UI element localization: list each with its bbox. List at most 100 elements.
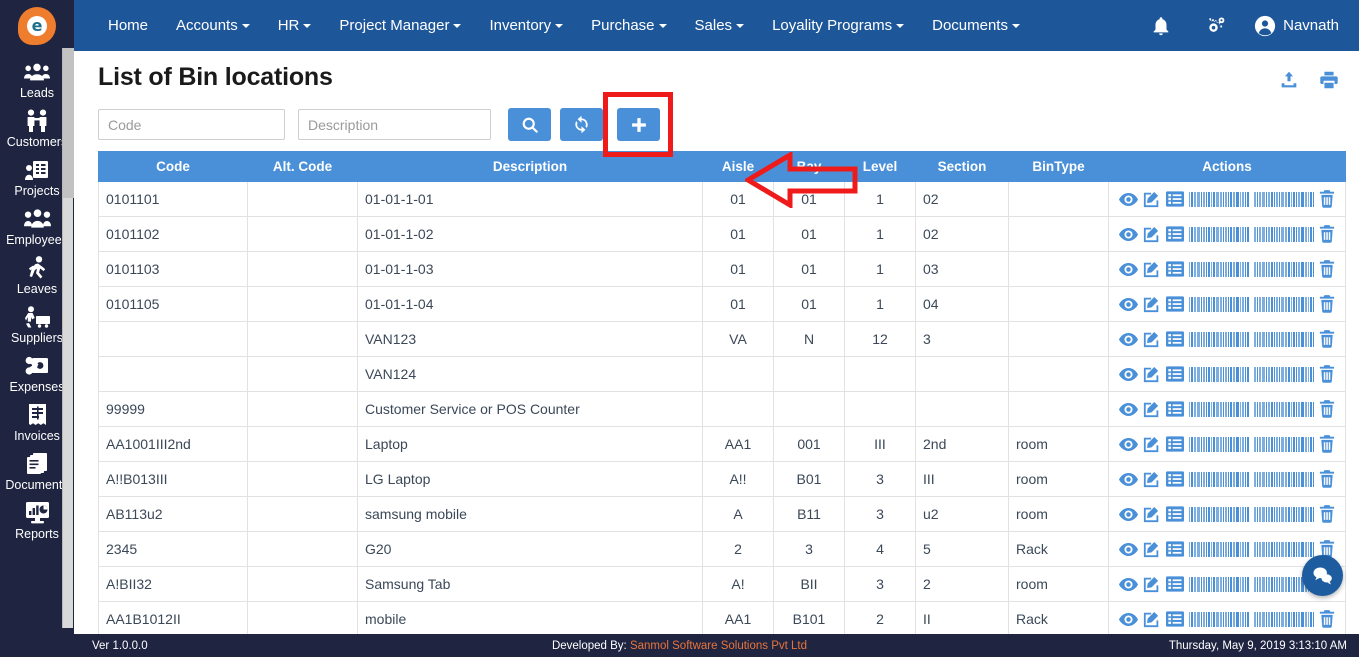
view-icon[interactable] [1118,542,1138,557]
barcode-icon[interactable] [1254,611,1315,627]
barcode-icon[interactable] [1188,576,1249,592]
details-icon[interactable] [1165,576,1184,592]
nav-item-accounts[interactable]: Accounts [162,0,264,51]
column-header-section[interactable]: Section [915,151,1009,182]
barcode-icon[interactable] [1254,506,1315,522]
delete-icon[interactable] [1319,330,1335,348]
edit-icon[interactable] [1143,260,1161,278]
edit-icon[interactable] [1143,575,1161,593]
sidebar-scrollbar[interactable] [62,48,74,628]
search-description-input[interactable] [298,109,491,140]
gears-icon[interactable] [1188,15,1244,37]
delete-icon[interactable] [1319,260,1335,278]
view-icon[interactable] [1118,402,1138,417]
barcode-icon[interactable] [1254,401,1315,417]
developer-name[interactable]: Sanmol Software Solutions Pvt Ltd [630,640,807,652]
table-row[interactable]: 0101103 01-01-1-03 01 01 1 03 [98,251,1346,287]
table-row[interactable]: AB113u2 samsung mobile A B11 3 u2 room [98,496,1346,532]
table-row[interactable]: 99999 Customer Service or POS Counter [98,391,1346,427]
view-icon[interactable] [1118,192,1138,207]
details-icon[interactable] [1165,401,1184,417]
edit-icon[interactable] [1143,435,1161,453]
table-row[interactable]: AA1B1012II mobile AA1 B101 2 II Rack [98,601,1346,634]
barcode-icon[interactable] [1188,506,1249,522]
table-row[interactable]: A!BII32 Samsung Tab A! BII 3 2 room [98,566,1346,602]
view-icon[interactable] [1118,612,1138,627]
user-menu[interactable]: Navnath [1244,15,1339,37]
details-icon[interactable] [1165,296,1184,312]
barcode-icon[interactable] [1188,191,1249,207]
refresh-button[interactable] [560,108,603,141]
barcode-icon[interactable] [1254,261,1315,277]
details-icon[interactable] [1165,541,1184,557]
nav-item-hr[interactable]: HR [264,0,326,51]
edit-icon[interactable] [1143,365,1161,383]
table-row[interactable]: 0101105 01-01-1-04 01 01 1 04 [98,286,1346,322]
table-row[interactable]: 0101102 01-01-1-02 01 01 1 02 [98,216,1346,252]
barcode-icon[interactable] [1188,401,1249,417]
view-icon[interactable] [1118,227,1138,242]
column-header-actions[interactable]: Actions [1108,151,1346,182]
details-icon[interactable] [1165,506,1184,522]
details-icon[interactable] [1165,191,1184,207]
barcode-icon[interactable] [1188,331,1249,347]
nav-item-project-manager[interactable]: Project Manager [325,0,475,51]
barcode-icon[interactable] [1254,331,1315,347]
delete-icon[interactable] [1319,470,1335,488]
delete-icon[interactable] [1319,225,1335,243]
print-icon[interactable] [1317,69,1341,96]
table-row[interactable]: VAN124 [98,356,1346,392]
nav-item-documents[interactable]: Documents [918,0,1034,51]
column-header-alt-code[interactable]: Alt. Code [247,151,358,182]
edit-icon[interactable] [1143,400,1161,418]
barcode-icon[interactable] [1188,366,1249,382]
delete-icon[interactable] [1319,435,1335,453]
bell-icon[interactable] [1134,15,1188,37]
table-row[interactable]: A!!B013III LG Laptop A!! B01 3 III room [98,461,1346,497]
view-icon[interactable] [1118,577,1138,592]
edit-icon[interactable] [1143,330,1161,348]
sidebar-scrollbar-thumb[interactable] [63,48,74,198]
edit-icon[interactable] [1143,540,1161,558]
view-icon[interactable] [1118,297,1138,312]
details-icon[interactable] [1165,331,1184,347]
nav-item-purchase[interactable]: Purchase [577,0,680,51]
barcode-icon[interactable] [1188,261,1249,277]
details-icon[interactable] [1165,436,1184,452]
column-header-description[interactable]: Description [357,151,703,182]
column-header-code[interactable]: Code [98,151,248,182]
edit-icon[interactable] [1143,610,1161,628]
details-icon[interactable] [1165,471,1184,487]
view-icon[interactable] [1118,507,1138,522]
add-new-bin-location-button[interactable] [617,108,660,141]
column-header-bintype[interactable]: BinType [1008,151,1109,182]
barcode-icon[interactable] [1188,436,1249,452]
edit-icon[interactable] [1143,295,1161,313]
barcode-icon[interactable] [1254,471,1315,487]
barcode-icon[interactable] [1254,366,1315,382]
chat-button[interactable] [1302,555,1343,596]
delete-icon[interactable] [1319,295,1335,313]
nav-item-inventory[interactable]: Inventory [475,0,577,51]
barcode-icon[interactable] [1254,226,1315,242]
barcode-icon[interactable] [1254,296,1315,312]
details-icon[interactable] [1165,261,1184,277]
edit-icon[interactable] [1143,190,1161,208]
search-button[interactable] [508,108,551,141]
edit-icon[interactable] [1143,225,1161,243]
edit-icon[interactable] [1143,505,1161,523]
upload-export-icon[interactable] [1277,69,1301,96]
column-header-bay[interactable]: Bay [773,151,845,182]
delete-icon[interactable] [1319,505,1335,523]
barcode-icon[interactable] [1254,436,1315,452]
details-icon[interactable] [1165,226,1184,242]
barcode-icon[interactable] [1188,296,1249,312]
delete-icon[interactable] [1319,610,1335,628]
table-row[interactable]: 0101101 01-01-1-01 01 01 1 02 [98,181,1346,217]
nav-item-home[interactable]: Home [94,0,162,51]
view-icon[interactable] [1118,472,1138,487]
barcode-icon[interactable] [1254,191,1315,207]
delete-icon[interactable] [1319,400,1335,418]
details-icon[interactable] [1165,611,1184,627]
table-row[interactable]: VAN123 VA N 12 3 [98,321,1346,357]
